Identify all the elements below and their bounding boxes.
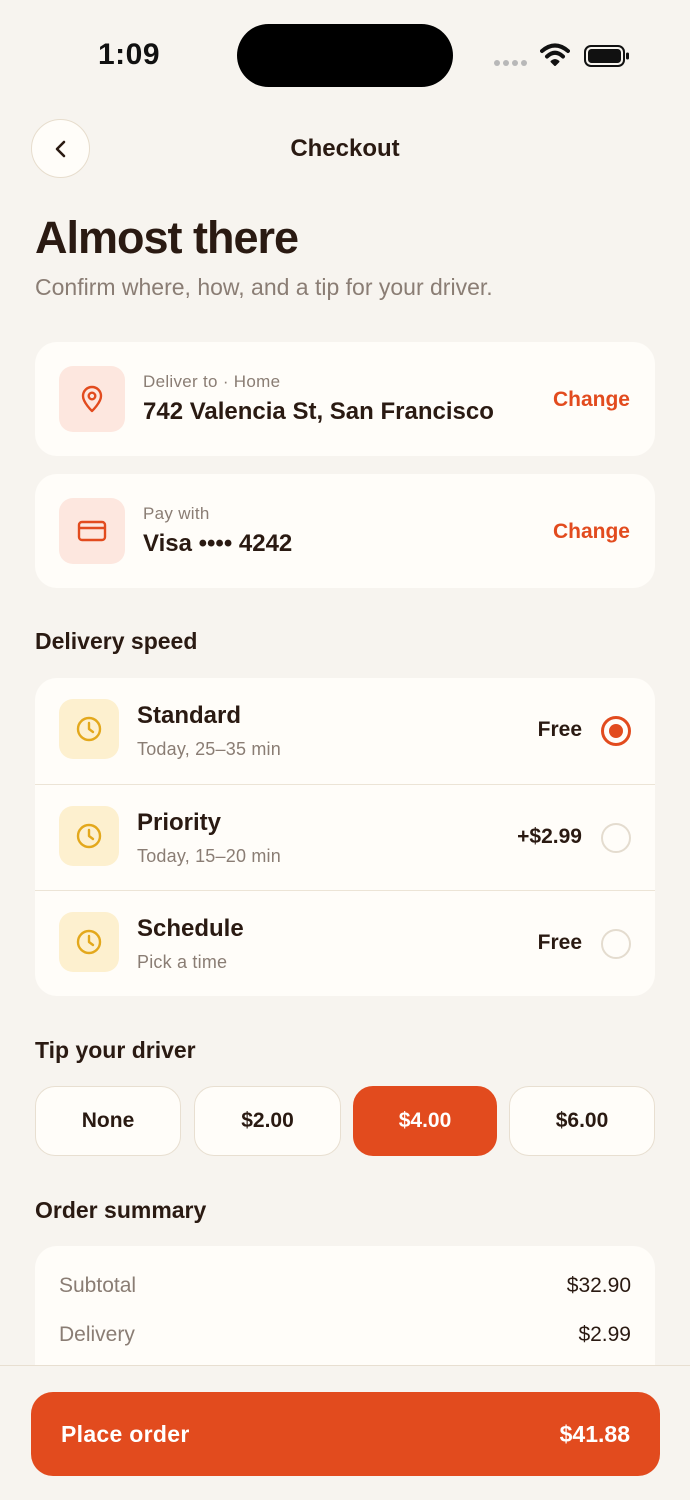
order-summary-title: Order summary xyxy=(35,1197,207,1223)
speed-option-eta: Pick a time xyxy=(137,952,228,972)
speed-option-eta: Today, 25–35 min xyxy=(137,739,281,759)
speed-radio-schedule[interactable] xyxy=(601,929,631,959)
summary-value: $32.90 xyxy=(566,1274,631,1297)
speed-option-eta: Today, 15–20 min xyxy=(137,846,281,866)
subhead: Confirm where, how, and a tip for your d… xyxy=(35,274,493,300)
status-time: 1:09 xyxy=(98,38,161,71)
speed-option-price: Free xyxy=(537,718,582,741)
change-address-link[interactable]: Change xyxy=(553,388,630,412)
status-bar: 1:09 xyxy=(0,0,690,100)
wifi-icon xyxy=(540,43,570,66)
speed-radio-standard[interactable] xyxy=(601,716,631,746)
speed-option-name: Priority xyxy=(137,809,222,836)
location-pin-icon-tile xyxy=(59,366,125,432)
delivery-speed-title: Delivery speed xyxy=(35,628,198,654)
speed-radio-priority[interactable] xyxy=(601,823,631,853)
speed-option-name: Schedule xyxy=(137,915,244,942)
payment-method-card[interactable]: Pay with Visa •••• 4242 Change xyxy=(35,474,655,588)
clock-icon xyxy=(76,929,102,955)
summary-row-subtotal: Subtotal $32.90 xyxy=(59,1274,631,1298)
summary-value: $2.99 xyxy=(578,1323,631,1346)
summary-label: Delivery xyxy=(59,1323,135,1346)
delivery-address: 742 Valencia St, San Francisco xyxy=(143,398,494,425)
clock-icon-tile xyxy=(59,806,119,866)
credit-card-icon xyxy=(77,520,107,542)
change-payment-link[interactable]: Change xyxy=(553,520,630,544)
clock-icon xyxy=(76,823,102,849)
speed-option-standard[interactable]: Standard Today, 25–35 min Free xyxy=(35,678,655,784)
place-order-button[interactable]: Place order $41.88 xyxy=(31,1392,660,1476)
location-pin-icon xyxy=(81,385,103,413)
delivery-address-card[interactable]: Deliver to · Home 742 Valencia St, San F… xyxy=(35,342,655,456)
speed-option-schedule[interactable]: Schedule Pick a time Free xyxy=(35,890,655,996)
tip-option-2[interactable]: $2.00 xyxy=(194,1086,341,1156)
payment-label: Pay with xyxy=(143,504,210,523)
payment-method: Visa •••• 4242 xyxy=(143,530,293,557)
credit-card-icon-tile xyxy=(59,498,125,564)
tip-option-4[interactable]: $4.00 xyxy=(353,1086,497,1156)
headline: Almost there xyxy=(35,212,299,263)
summary-label: Subtotal xyxy=(59,1274,137,1297)
page-title: Checkout xyxy=(290,135,400,162)
summary-row-delivery: Delivery $2.99 xyxy=(59,1323,631,1347)
speed-option-priority[interactable]: Priority Today, 15–20 min +$2.99 xyxy=(35,784,655,890)
speed-option-name: Standard xyxy=(137,702,242,729)
clock-icon-tile xyxy=(59,699,119,759)
tip-option-none[interactable]: None xyxy=(35,1086,181,1156)
tip-title: Tip your driver xyxy=(35,1037,196,1063)
delivery-label: Deliver to · Home xyxy=(143,372,281,391)
speed-option-price: +$2.99 xyxy=(517,825,582,848)
battery-icon xyxy=(584,45,629,67)
place-order-total: $41.88 xyxy=(559,1420,630,1447)
place-order-label: Place order xyxy=(61,1420,190,1447)
speed-option-price: Free xyxy=(537,931,582,954)
clock-icon xyxy=(76,716,102,742)
delivery-speed-card: Standard Today, 25–35 min Free Priority … xyxy=(35,678,655,996)
cellular-signal-icon xyxy=(494,60,527,66)
clock-icon-tile xyxy=(59,912,119,972)
tip-option-6[interactable]: $6.00 xyxy=(509,1086,655,1156)
dynamic-island xyxy=(237,24,453,87)
